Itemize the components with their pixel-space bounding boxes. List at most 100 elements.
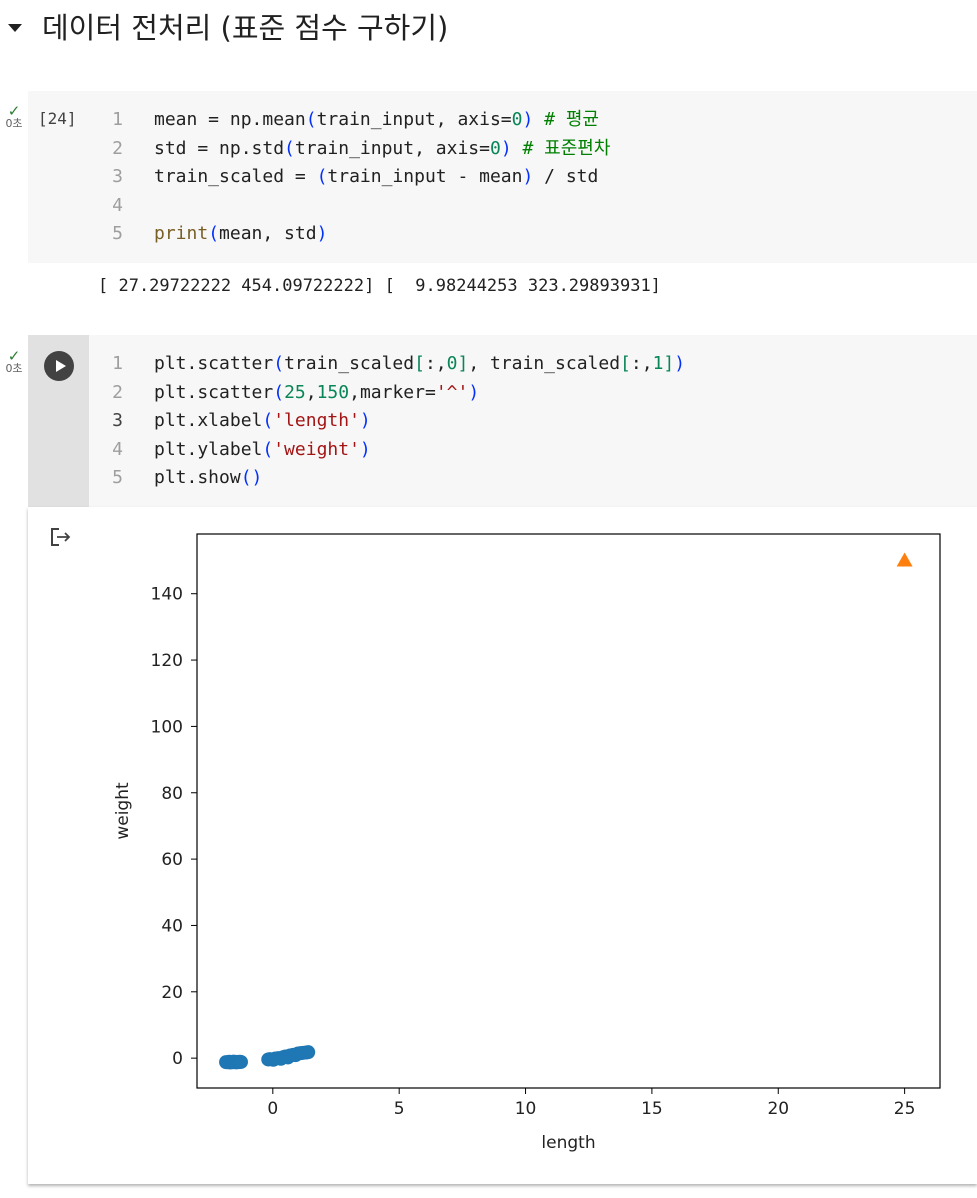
section-title: 데이터 전처리 (표준 점수 구하기) <box>42 11 449 45</box>
cell-status: ✓ 0초 <box>0 104 28 130</box>
line-number: 5 <box>112 223 123 245</box>
plot-frame <box>196 533 941 1089</box>
line-number: 4 <box>112 438 123 460</box>
code-token: ) <box>468 381 480 403</box>
scatter-plot: 0 5 10 15 20 25 0 20 40 60 80 100 120 140 length weight <box>113 533 941 1153</box>
x-tick-label: 15 <box>641 1099 663 1119</box>
code-token: ( <box>305 109 317 130</box>
y-tick-label: 80 <box>161 784 183 804</box>
code-token: 1 <box>652 353 664 374</box>
code-token: / std <box>533 166 599 188</box>
code-token: train_input, axis= <box>294 137 490 159</box>
x-tick-label: 0 <box>267 1099 278 1119</box>
code-token: ) <box>500 137 512 159</box>
x-axis-label: length <box>541 1133 595 1153</box>
y-tick-label: 60 <box>161 850 183 870</box>
code-token: train_input - mean <box>327 166 523 188</box>
y-tick-label: 140 <box>151 585 183 605</box>
check-icon: ✓ <box>7 102 21 120</box>
code-token: plt.show <box>154 467 241 489</box>
code-token: [ <box>414 353 425 374</box>
line-number: 3 <box>112 166 123 188</box>
data-point <box>233 1054 248 1069</box>
code-text: plt.scatter(25,150,marker='^') <box>154 379 479 408</box>
x-tick-label: 25 <box>894 1099 916 1119</box>
code-token: , train_scaled <box>468 353 621 374</box>
code-text: print(mean, std) <box>154 220 327 249</box>
code-token: plt.xlabel <box>154 410 263 432</box>
code-token: mean = np.mean <box>154 109 306 130</box>
code-text: plt.ylabel('weight') <box>154 436 371 465</box>
line-number: 1 <box>112 109 123 130</box>
y-tick-label: 120 <box>151 651 183 671</box>
y-axis-label: weight <box>113 782 133 840</box>
code-text: plt.xlabel('length') <box>154 407 371 436</box>
cell-gutter <box>28 335 89 507</box>
code-token: plt.ylabel <box>154 438 263 460</box>
code-token: ] <box>663 353 675 374</box>
execution-time: 0초 <box>5 117 23 130</box>
code-token: ) <box>359 410 371 432</box>
y-tick-label: 100 <box>151 717 183 737</box>
code-token: 0 <box>511 109 523 130</box>
code-cell-1[interactable]: [24] 1 mean = np.mean(train_input, axis=0… <box>28 91 977 263</box>
code-token: # 표준편차 <box>522 137 611 159</box>
line-number: 1 <box>112 353 123 374</box>
code-token: train_input, axis= <box>316 109 512 130</box>
section-header: 데이터 전처리 (표준 점수 구하기) <box>0 0 977 60</box>
play-icon[interactable] <box>44 351 74 381</box>
code-token: plt.scatter <box>154 353 274 374</box>
code-token: plt.scatter <box>154 381 274 403</box>
execution-count: [24] <box>38 109 77 128</box>
code-text: plt.show() <box>154 464 262 493</box>
code-token: ( <box>273 381 285 403</box>
line-number: 5 <box>112 467 123 489</box>
y-tick-label: 40 <box>161 916 183 936</box>
code-token: std = np.std <box>154 137 285 159</box>
x-tick-label: 20 <box>767 1099 789 1119</box>
code-token: ( <box>273 353 285 374</box>
data-point <box>301 1045 316 1060</box>
cell-output-area: 0 5 10 15 20 25 0 20 40 60 80 100 120 140 length weight <box>28 507 977 1184</box>
code-token: [ <box>620 353 631 374</box>
code-token: ) <box>359 438 371 460</box>
line-number: 2 <box>112 137 123 159</box>
code-token: # 평균 <box>544 109 599 130</box>
code-token: :, <box>424 353 447 374</box>
cell-status: ✓ 0초 <box>0 349 28 375</box>
line-number: 2 <box>112 381 123 403</box>
execution-time: 0초 <box>5 362 23 375</box>
check-icon: ✓ <box>7 347 21 365</box>
code-token: ) <box>522 166 534 188</box>
data-point-triangle <box>896 552 913 567</box>
line-number: 3 <box>112 410 123 432</box>
code-cell-2[interactable]: 1 plt.scatter(train_scaled[:,0], train_sc… <box>28 335 977 507</box>
code-text: train_scaled = (train_input - mean) / st… <box>154 163 598 192</box>
caret-down-icon[interactable] <box>8 24 22 32</box>
line-number: 4 <box>112 194 123 216</box>
code-token: ) <box>251 467 263 489</box>
code-token: 'length' <box>273 410 360 432</box>
code-token: ) <box>316 223 328 245</box>
code-token: ) <box>522 109 534 130</box>
code-token: , <box>305 381 317 403</box>
code-text: plt.scatter(train_scaled[:,0], train_sca… <box>154 350 685 379</box>
code-token: ( <box>262 438 274 460</box>
x-tick-label: 10 <box>515 1099 537 1119</box>
output-redirect-icon[interactable] <box>50 527 72 547</box>
y-tick-label: 0 <box>172 1049 183 1069</box>
code-token: train_scaled <box>284 353 415 374</box>
code-token: 150 <box>316 381 350 403</box>
x-tick-label: 5 <box>394 1099 405 1119</box>
code-token: ] <box>457 353 469 374</box>
code-token: 25 <box>284 381 306 403</box>
code-text: std = np.std(train_input, axis=0) # 표준편차 <box>154 135 610 164</box>
code-token: 0 <box>446 353 458 374</box>
cell-output-text: [ 27.29722222 454.09722222] [ 9.98244253… <box>98 276 661 296</box>
code-token: 'weight' <box>273 438 360 460</box>
code-token: mean, std <box>219 223 317 245</box>
code-token: 0 <box>489 137 501 159</box>
code-token: ( <box>262 410 274 432</box>
